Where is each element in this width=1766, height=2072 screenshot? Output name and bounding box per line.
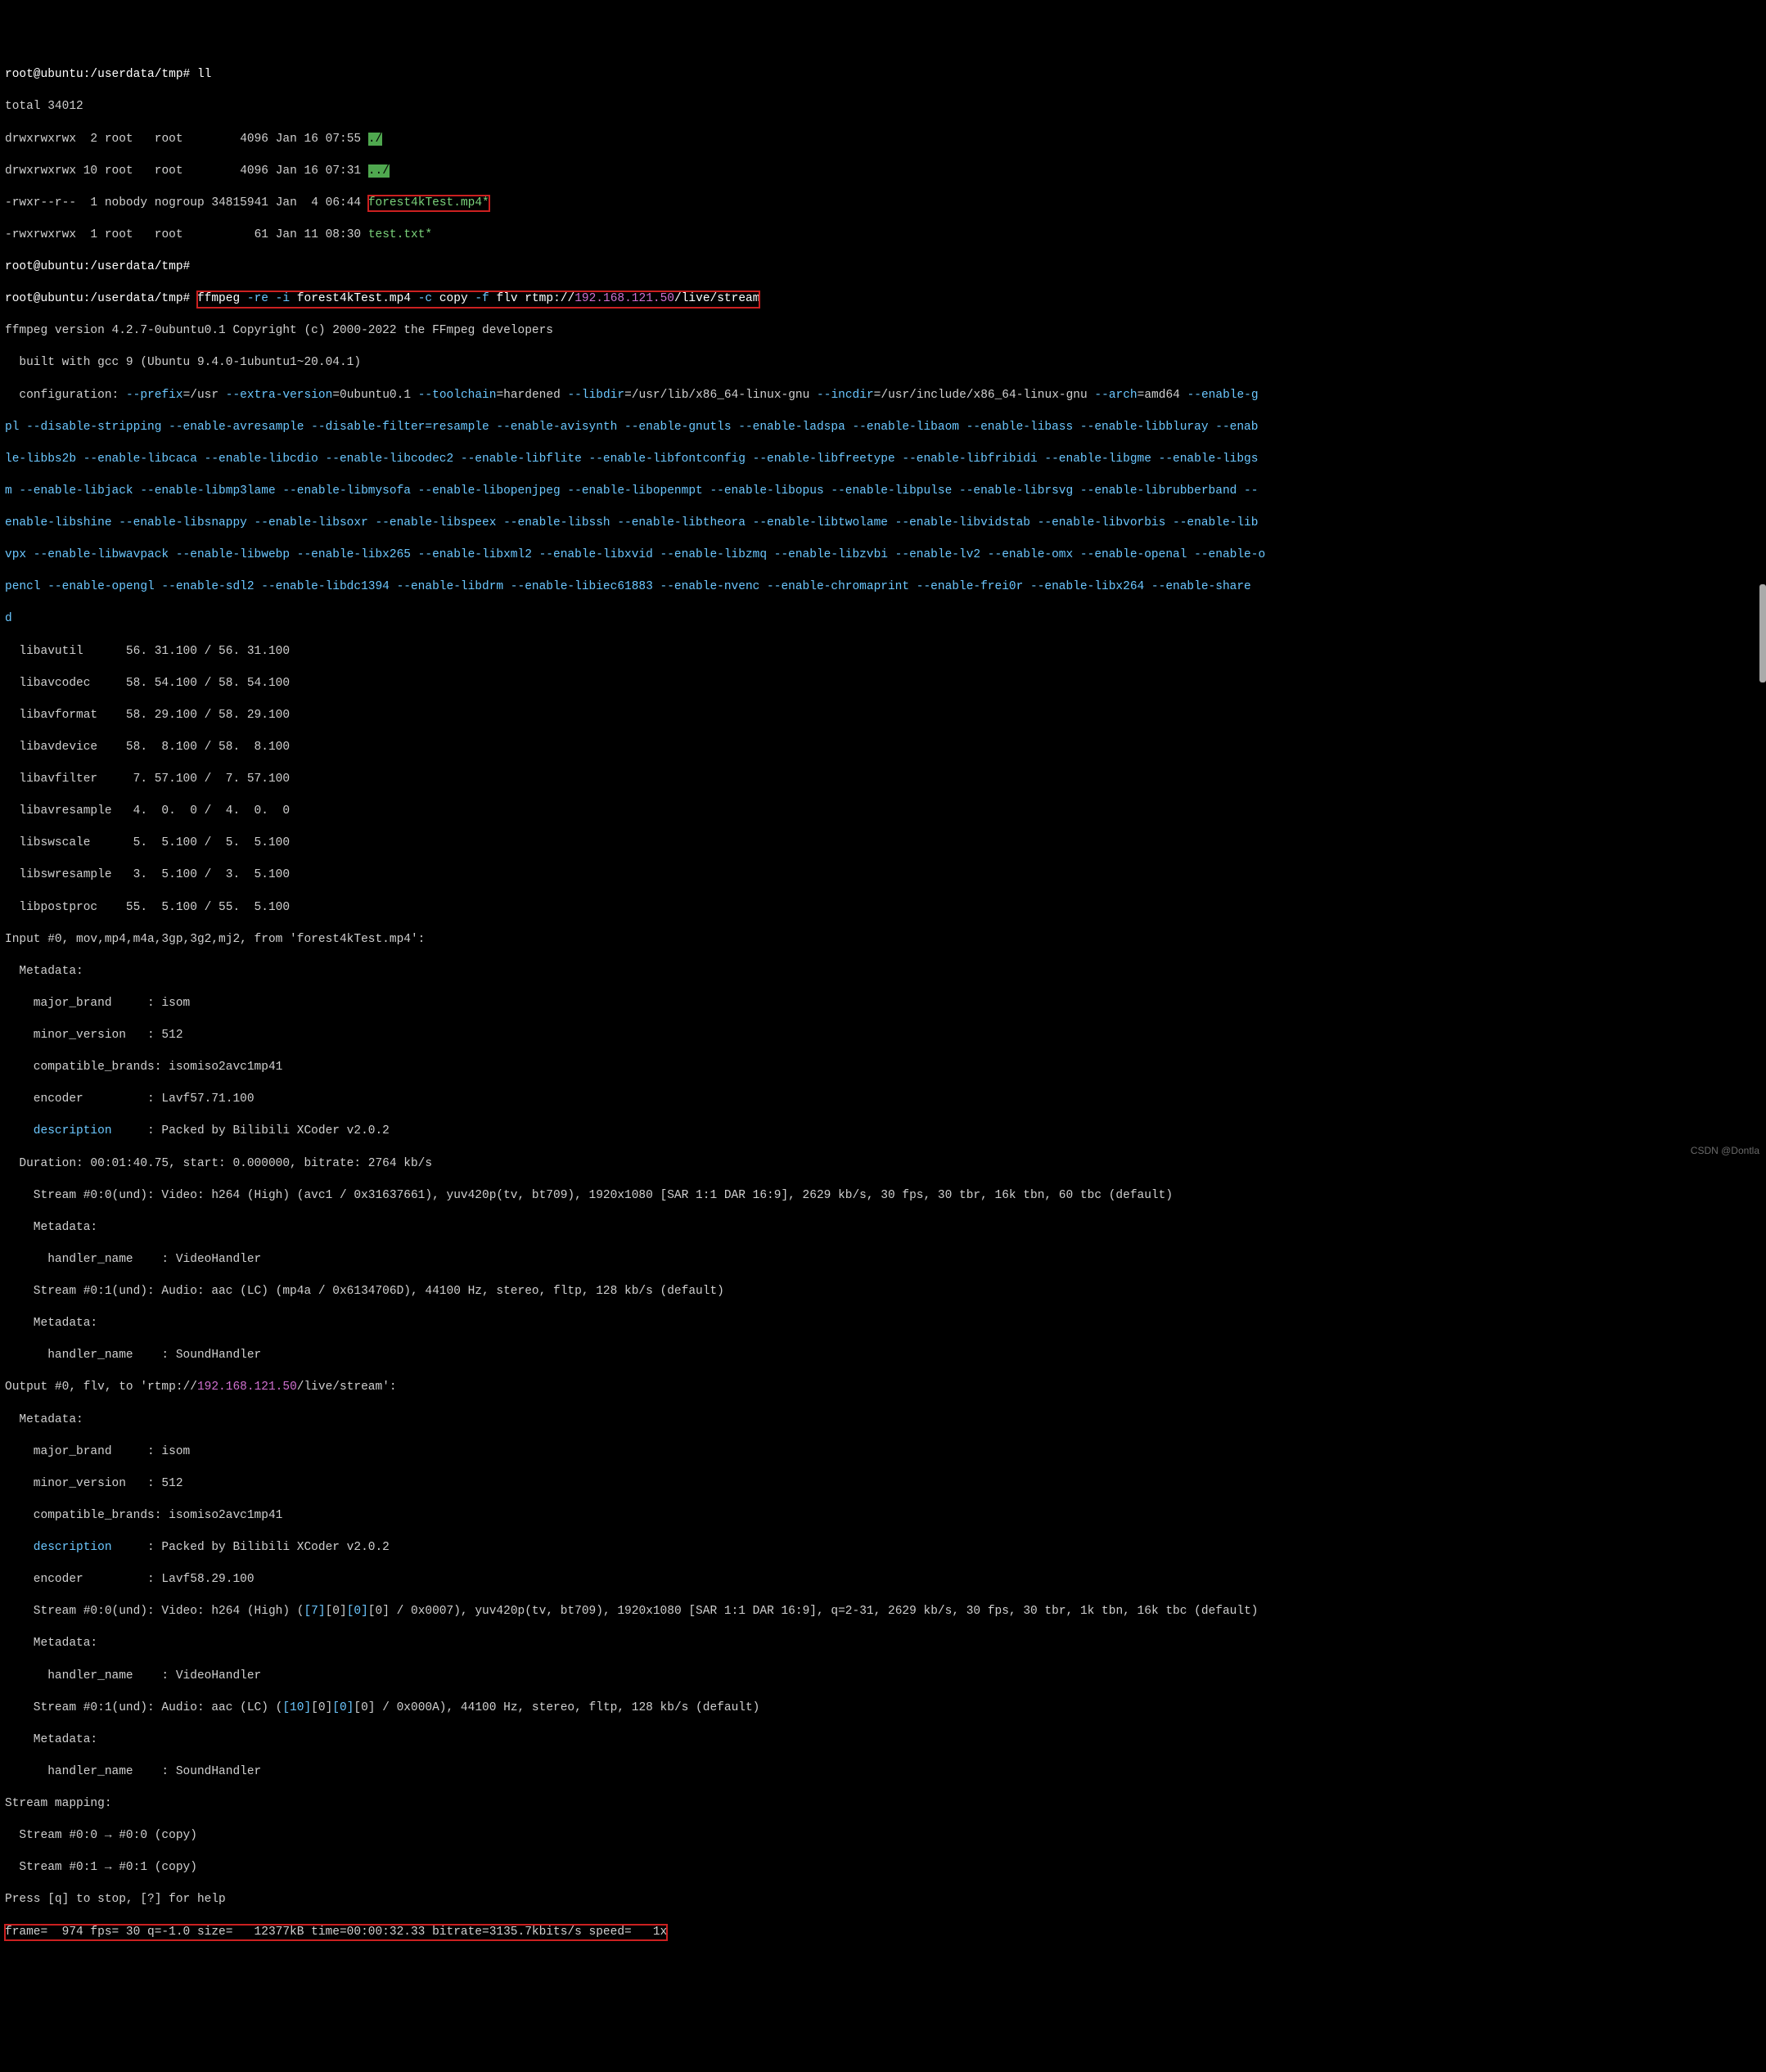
meta-kv: encoder : Lavf58.29.100: [5, 1572, 1761, 1588]
ffmpeg-banner: ffmpeg version 4.2.7-0ubuntu0.1 Copyrigh…: [5, 323, 1761, 340]
lib-version: libavdevice 58. 8.100 / 58. 8.100: [5, 740, 1761, 756]
config-line: vpx --enable-libwavpack --enable-libwebp…: [5, 547, 1761, 564]
config-line: enable-libshine --enable-libsnappy --ena…: [5, 516, 1761, 532]
metadata-label: Metadata:: [5, 1412, 1761, 1429]
config-line: d: [5, 611, 1761, 628]
lib-version: libavfilter 7. 57.100 / 7. 57.100: [5, 772, 1761, 788]
metadata-label: Metadata:: [5, 1220, 1761, 1236]
meta-kv: handler_name : VideoHandler: [5, 1669, 1761, 1685]
lib-version: libpostproc 55. 5.100 / 55. 5.100: [5, 900, 1761, 917]
meta-kv: minor_version : 512: [5, 1028, 1761, 1044]
ls-row: -rwxr--r-- 1 nobody nogroup 34815941 Jan…: [5, 196, 1761, 212]
input-header: Input #0, mov,mp4,m4a,3gp,3g2,mj2, from …: [5, 932, 1761, 948]
prompt-idle[interactable]: root@ubuntu:/userdata/tmp#: [5, 259, 1761, 276]
meta-kv: description : Packed by Bilibili XCoder …: [5, 1540, 1761, 1556]
lib-version: libswresample 3. 5.100 / 3. 5.100: [5, 867, 1761, 884]
stream-line: Stream #0:1(und): Audio: aac (LC) (mp4a …: [5, 1284, 1761, 1300]
config-line: pl --disable-stripping --enable-avresamp…: [5, 420, 1761, 436]
stream-line: Stream #0:0(und): Video: h264 (High) (av…: [5, 1188, 1761, 1205]
meta-kv: handler_name : SoundHandler: [5, 1348, 1761, 1364]
config-line: pencl --enable-opengl --enable-sdl2 --en…: [5, 579, 1761, 596]
watermark: CSDN @Dontla: [1691, 1144, 1759, 1157]
meta-kv: handler_name : SoundHandler: [5, 1764, 1761, 1781]
ls-row: drwxrwxrwx 2 root root 4096 Jan 16 07:55…: [5, 132, 1761, 148]
lib-version: libswscale 5. 5.100 / 5. 5.100: [5, 836, 1761, 852]
meta-kv: handler_name : VideoHandler: [5, 1252, 1761, 1268]
lib-version: libavformat 58. 29.100 / 58. 29.100: [5, 708, 1761, 724]
meta-kv: compatible_brands: isomiso2avc1mp41: [5, 1060, 1761, 1076]
output-header: Output #0, flv, to 'rtmp://192.168.121.5…: [5, 1380, 1761, 1396]
lib-version: libavresample 4. 0. 0 / 4. 0. 0: [5, 804, 1761, 820]
lib-version: libavcodec 58. 54.100 / 58. 54.100: [5, 676, 1761, 692]
press-hint: Press [q] to stop, [?] for help: [5, 1892, 1761, 1908]
metadata-label: Metadata:: [5, 1316, 1761, 1332]
lib-version: libavutil 56. 31.100 / 56. 31.100: [5, 644, 1761, 660]
stream-line: Stream #0:0(und): Video: h264 (High) ([7…: [5, 1604, 1761, 1620]
metadata-label: Metadata:: [5, 964, 1761, 980]
metadata-label: Metadata:: [5, 1732, 1761, 1749]
stream-mapping-header: Stream mapping:: [5, 1796, 1761, 1813]
meta-kv: description : Packed by Bilibili XCoder …: [5, 1124, 1761, 1140]
encode-status: frame= 974 fps= 30 q=-1.0 size= 12377kB …: [5, 1925, 1761, 1941]
ls-row: drwxrwxrwx 10 root root 4096 Jan 16 07:3…: [5, 164, 1761, 180]
ls-total: total 34012: [5, 99, 1761, 115]
meta-kv: major_brand : isom: [5, 1444, 1761, 1461]
ls-row: -rwxrwxrwx 1 root root 61 Jan 11 08:30 t…: [5, 227, 1761, 244]
ffmpeg-command-line[interactable]: root@ubuntu:/userdata/tmp# ffmpeg -re -i…: [5, 291, 1761, 308]
stream-mapping: Stream #0:1 → #0:1 (copy): [5, 1860, 1761, 1876]
config-line: le-libbs2b --enable-libcaca --enable-lib…: [5, 452, 1761, 468]
stream-line: Stream #0:1(und): Audio: aac (LC) ([10][…: [5, 1700, 1761, 1717]
meta-kv: minor_version : 512: [5, 1476, 1761, 1493]
stream-mapping: Stream #0:0 → #0:0 (copy): [5, 1828, 1761, 1845]
config-line: configuration: --prefix=/usr --extra-ver…: [5, 388, 1761, 404]
meta-kv: encoder : Lavf57.71.100: [5, 1092, 1761, 1108]
ffmpeg-built: built with gcc 9 (Ubuntu 9.4.0-1ubuntu1~…: [5, 355, 1761, 372]
metadata-label: Metadata:: [5, 1636, 1761, 1652]
meta-kv: major_brand : isom: [5, 996, 1761, 1012]
meta-kv: compatible_brands: isomiso2avc1mp41: [5, 1508, 1761, 1525]
prompt-line[interactable]: root@ubuntu:/userdata/tmp# ll: [5, 67, 1761, 83]
duration-line: Duration: 00:01:40.75, start: 0.000000, …: [5, 1156, 1761, 1173]
config-line: m --enable-libjack --enable-libmp3lame -…: [5, 484, 1761, 500]
scrollbar-thumb[interactable]: [1759, 584, 1766, 682]
